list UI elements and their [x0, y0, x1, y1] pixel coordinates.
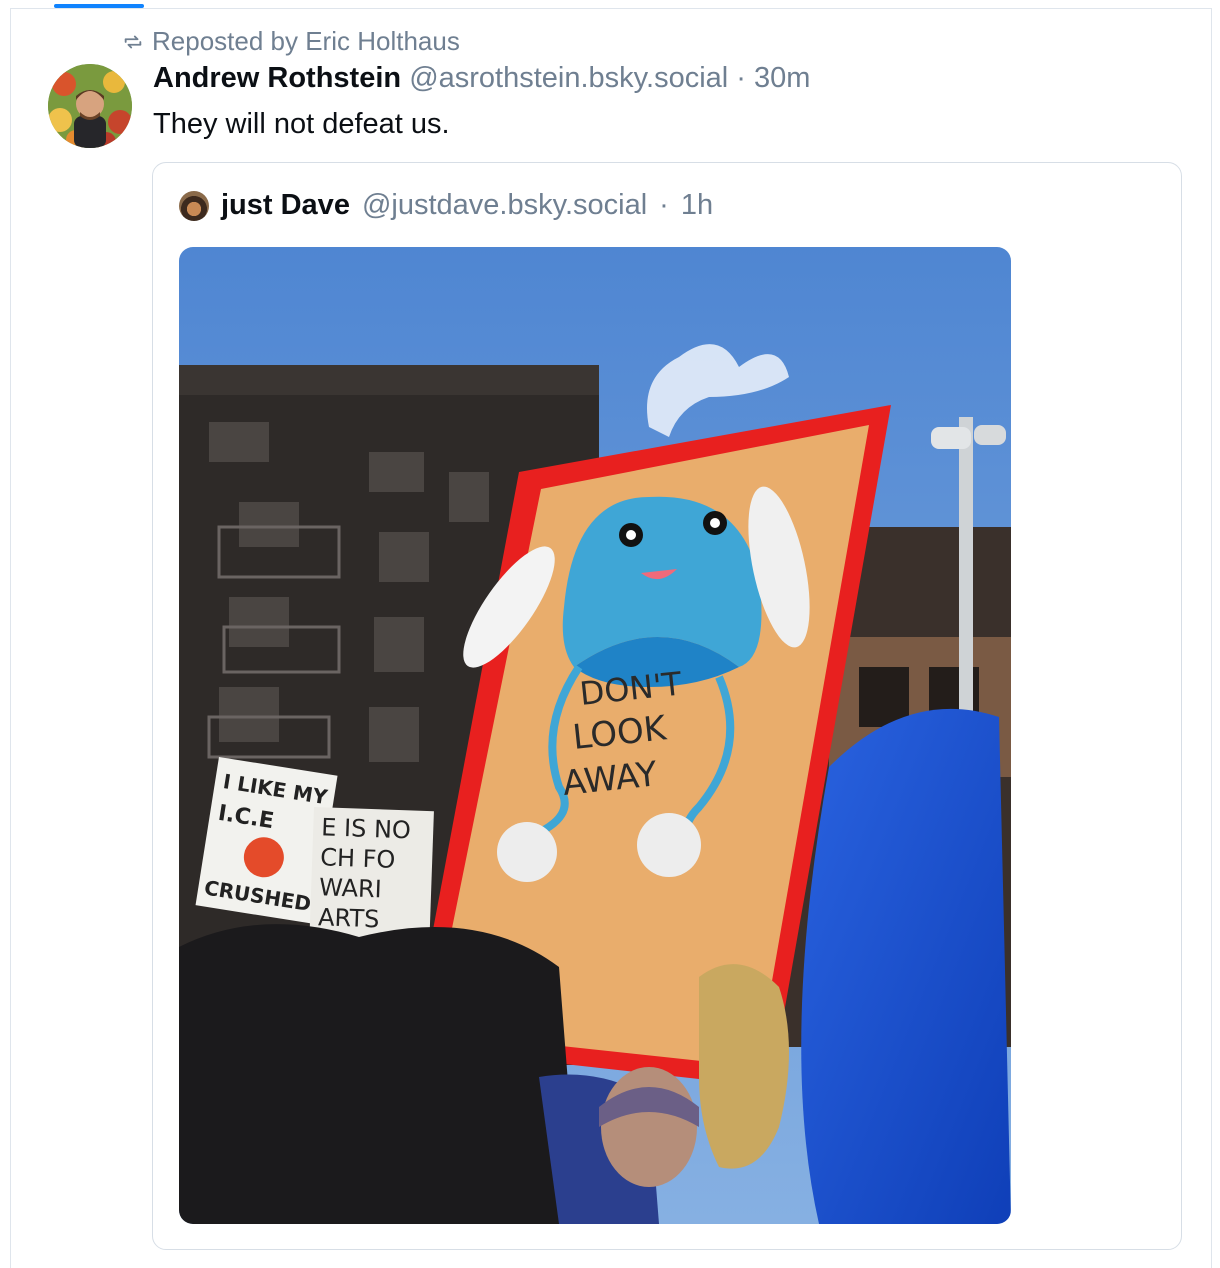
quoted-post-card[interactable]: just Dave @justdave.bsky.social · 1h I L…: [152, 162, 1182, 1250]
repost-indicator[interactable]: Reposted by Eric Holthaus: [122, 26, 460, 57]
repost-text[interactable]: Reposted by Eric Holthaus: [152, 26, 460, 57]
quoted-post-time[interactable]: 1h: [681, 189, 713, 222]
author-avatar[interactable]: [48, 64, 132, 148]
svg-text:WARI: WARI: [319, 873, 383, 903]
author-name[interactable]: Andrew Rothstein: [153, 62, 401, 94]
post-header: Andrew Rothstein @asrothstein.bsky.socia…: [153, 62, 810, 95]
svg-text:E IS NO: E IS NO: [321, 813, 412, 844]
header-separator: ·: [736, 62, 746, 94]
quoted-author-name[interactable]: just Dave: [221, 189, 350, 222]
active-tab-indicator: [54, 4, 144, 8]
post-time[interactable]: 30m: [754, 62, 810, 94]
quoted-author-handle[interactable]: @justdave.bsky.social: [362, 189, 647, 222]
svg-text:ARTS: ARTS: [318, 903, 380, 933]
repost-icon: [124, 35, 142, 48]
author-handle[interactable]: @asrothstein.bsky.social: [409, 62, 728, 94]
svg-text:CH FO: CH FO: [320, 843, 396, 874]
quoted-post-header: just Dave @justdave.bsky.social · 1h: [179, 189, 713, 222]
post-text: They will not defeat us.: [153, 108, 450, 140]
post-image[interactable]: I LIKE MY I.C.E CRUSHED E IS NO CH FO WA…: [179, 247, 1011, 1224]
quoted-author-avatar[interactable]: [179, 190, 209, 221]
quoted-header-separator: ·: [659, 189, 669, 221]
